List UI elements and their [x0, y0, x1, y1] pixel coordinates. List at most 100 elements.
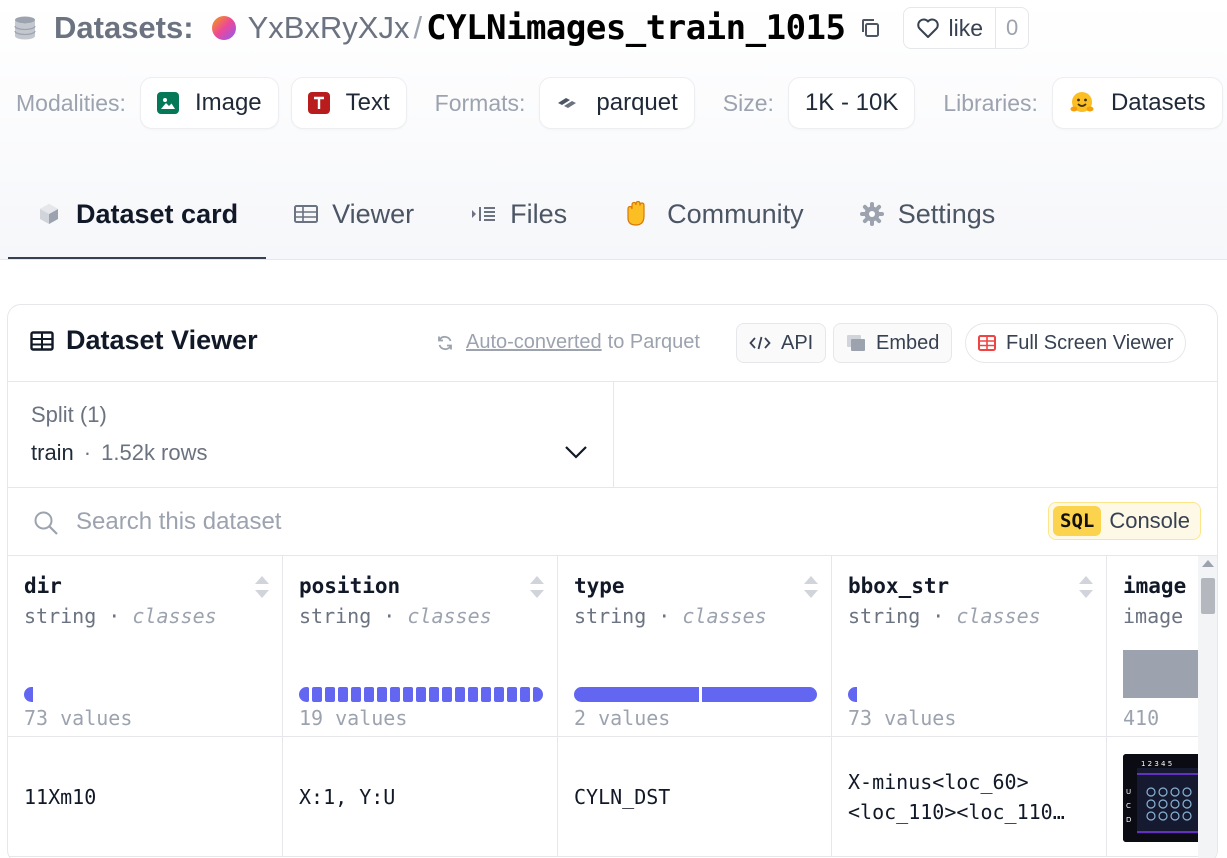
- image-icon: [156, 92, 179, 114]
- histogram-bar[interactable]: [442, 687, 452, 702]
- histogram-bar[interactable]: [416, 687, 426, 702]
- datasets-label[interactable]: Datasets:: [54, 10, 194, 46]
- cell-text: CYLN_DST: [574, 785, 671, 809]
- histogram-bar[interactable]: [390, 687, 400, 702]
- histogram-bar[interactable]: [364, 687, 374, 702]
- full-screen-viewer-button[interactable]: Full Screen Viewer: [965, 323, 1187, 363]
- histogram-bar[interactable]: [494, 687, 504, 702]
- search-row: SQL Console: [8, 488, 1217, 556]
- histogram-bar[interactable]: [520, 687, 530, 702]
- tabs-divider: [0, 259, 1227, 260]
- histogram-bar[interactable]: [377, 687, 387, 702]
- tab-settings[interactable]: Settings: [832, 182, 1024, 246]
- format-parquet-chip[interactable]: parquet: [539, 77, 695, 129]
- column-header-dir[interactable]: dir string · classes 73 values: [8, 556, 283, 737]
- modality-text-chip[interactable]: Text: [290, 77, 407, 129]
- repo-name[interactable]: CYLNimages_train_1015: [426, 8, 846, 48]
- modality-image-chip[interactable]: Image: [139, 77, 279, 129]
- image-thumbnail[interactable]: 1 2 3 4 5 U C D: [1123, 754, 1198, 842]
- title-row: Datasets: YxBxRyXJx / CYLNimages_train_1…: [12, 6, 1030, 50]
- histogram-bar[interactable]: [325, 687, 335, 702]
- histogram-bar[interactable]: [533, 687, 543, 702]
- like-count[interactable]: 0: [996, 8, 1028, 48]
- column-header-image[interactable]: image image 410: [1107, 556, 1198, 737]
- tab-viewer-label: Viewer: [332, 198, 415, 229]
- viewer-title: Dataset Viewer: [30, 325, 258, 356]
- column-count: 19 values: [299, 706, 408, 730]
- tab-dataset-card[interactable]: Dataset card: [8, 182, 267, 260]
- format-label: parquet: [596, 89, 678, 116]
- embed-icon: [847, 335, 865, 351]
- column-header-position[interactable]: position string · classes 19 values: [283, 556, 558, 737]
- hugging-face-icon: [1069, 90, 1095, 116]
- column-histogram[interactable]: [1123, 650, 1198, 698]
- svg-text:D: D: [1126, 816, 1131, 824]
- like-button[interactable]: like: [904, 8, 996, 48]
- split-label: Split (1): [31, 402, 107, 427]
- scroll-up-arrow-icon[interactable]: [1202, 560, 1214, 567]
- histogram-bar[interactable]: [507, 687, 517, 702]
- size-label: Size:: [722, 89, 774, 116]
- table-cell-position[interactable]: X:1, Y:U: [283, 737, 558, 857]
- histogram-bar[interactable]: [312, 687, 322, 702]
- histogram-bar[interactable]: [403, 687, 413, 702]
- like-label: like: [948, 14, 983, 41]
- histogram-bar[interactable]: [351, 687, 361, 702]
- search-input[interactable]: [76, 502, 976, 542]
- split-empty-area: [614, 382, 1217, 488]
- table-cell-bbox-str[interactable]: X-minus<loc_60> <loc_110><loc_110…: [832, 737, 1107, 857]
- histogram-bar[interactable]: [299, 687, 309, 702]
- column-header-bbox-str[interactable]: bbox_str string · classes 73 values: [832, 556, 1107, 737]
- scrollbar-thumb[interactable]: [1201, 578, 1215, 614]
- histogram-bar[interactable]: [468, 687, 478, 702]
- auto-converted-rest: to Parquet: [607, 331, 700, 353]
- histogram-bar[interactable]: [429, 687, 439, 702]
- files-icon: [470, 204, 496, 224]
- column-histogram[interactable]: [299, 687, 543, 702]
- column-header-type[interactable]: type string · classes 2 values: [558, 556, 832, 737]
- column-type: string · classes: [24, 604, 217, 628]
- column-histogram[interactable]: [848, 687, 857, 702]
- copy-icon[interactable]: [859, 17, 881, 39]
- histogram-bar[interactable]: [481, 687, 491, 702]
- sort-icon[interactable]: [1077, 574, 1095, 600]
- wave-hand-icon: [623, 200, 653, 228]
- table-cell-type[interactable]: CYLN_DST: [558, 737, 832, 857]
- cube-icon: [36, 201, 62, 227]
- tab-files[interactable]: Files: [442, 182, 595, 246]
- size-chip[interactable]: 1K - 10K: [787, 77, 916, 129]
- cell-text-line2: <loc_110><loc_110…: [848, 800, 1065, 824]
- search-icon: [34, 511, 58, 535]
- column-count: 2 values: [574, 706, 671, 730]
- chevron-down-icon[interactable]: [564, 444, 588, 460]
- table-cell-dir[interactable]: 11Xm10: [8, 737, 283, 857]
- split-name: train: [31, 440, 74, 465]
- column-name: dir: [24, 574, 62, 598]
- sql-console-button[interactable]: SQL Console: [1048, 502, 1202, 540]
- column-histogram[interactable]: [24, 687, 33, 702]
- histogram-bar[interactable]: [338, 687, 348, 702]
- auto-converted-link[interactable]: Auto-converted: [466, 331, 602, 354]
- split-selector[interactable]: Split (1) train · 1.52k rows: [8, 382, 614, 488]
- api-button[interactable]: API: [736, 323, 827, 363]
- table-icon: [30, 330, 54, 351]
- embed-label: Embed: [876, 331, 940, 354]
- histogram-bar[interactable]: [455, 687, 465, 702]
- tab-community[interactable]: Community: [595, 182, 832, 246]
- owner-avatar[interactable]: [211, 16, 236, 40]
- sort-icon[interactable]: [253, 574, 271, 600]
- gear-icon: [859, 202, 884, 226]
- column-histogram[interactable]: [574, 687, 817, 702]
- viewer-title-text: Dataset Viewer: [66, 325, 258, 355]
- owner-name[interactable]: YxBxRyXJx: [248, 10, 410, 46]
- table-cell-image[interactable]: 1 2 3 4 5 U C D: [1107, 737, 1198, 857]
- viewer-header: Dataset Viewer Auto-converted to Parquet…: [8, 305, 1217, 382]
- library-datasets-chip[interactable]: Datasets: [1051, 77, 1223, 129]
- tab-viewer[interactable]: Viewer: [266, 182, 442, 246]
- table-scrollbar[interactable]: [1198, 556, 1217, 858]
- sort-icon[interactable]: [802, 574, 820, 600]
- column-type: string · classes: [574, 604, 767, 628]
- column-count: 73 values: [24, 706, 133, 730]
- embed-button[interactable]: Embed: [833, 323, 953, 363]
- sort-icon[interactable]: [528, 574, 546, 600]
